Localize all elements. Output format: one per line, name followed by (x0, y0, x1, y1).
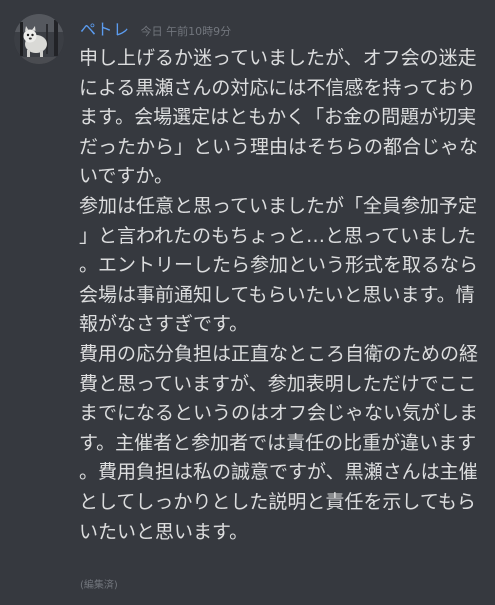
message-paragraph-2: 参加は任意と思っていましたが「全員参加予定」と言われたのもちょっと…と思っていま… (79, 194, 479, 336)
chat-message: ペトレ 今日 午前10時9分 申し上げるか迷っていましたが、オフ会の迷走による黒… (0, 0, 495, 605)
avatar-image-icon (14, 14, 64, 64)
timestamp[interactable]: 今日 午前10時9分 (141, 25, 232, 38)
message-paragraph-1: 申し上げるか迷っていましたが、オフ会の迷走による黒瀬さんの対応には不信感を持って… (79, 47, 479, 188)
username[interactable]: ペトレ (80, 20, 130, 39)
avatar[interactable] (14, 14, 64, 64)
edited-indicator: (編集済) (80, 580, 118, 591)
message-paragraph-3: 費用の応分負担は正直なところ自衛のための経費と思っていますが、参加表明しただけで… (79, 342, 479, 543)
message-header: ペトレ 今日 午前10時9分 (80, 16, 231, 40)
message-content: 申し上げるか迷っていましたが、オフ会の迷走による黒瀬さんの対応には不信感を持って… (79, 44, 484, 547)
